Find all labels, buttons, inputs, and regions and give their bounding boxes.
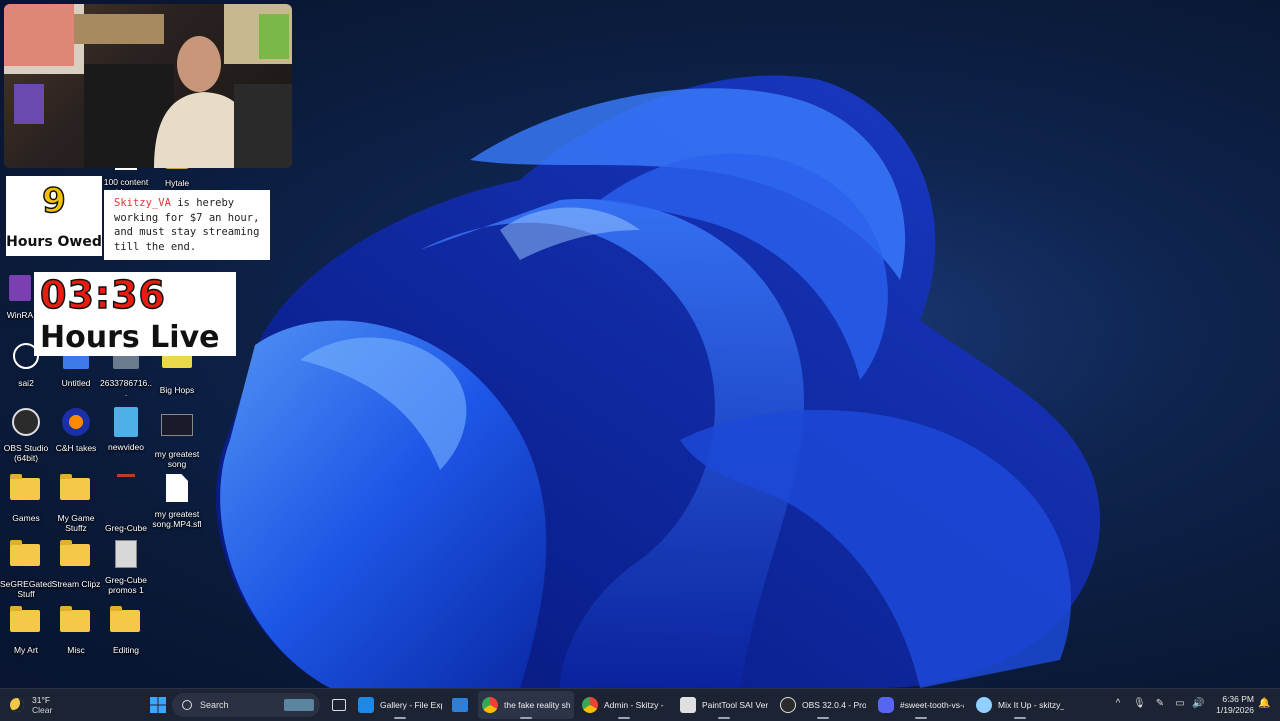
taskbar-clock[interactable]: 6:36 PM 1/19/2026 [1210, 694, 1254, 716]
pen-icon[interactable]: ✎ [1154, 698, 1166, 710]
windows-icon [150, 697, 166, 713]
desktop-icon-stream-clipz[interactable]: Stream Clipz [50, 538, 102, 589]
mix-it-up-icon [976, 697, 992, 713]
network-icon[interactable]: ▭ [1174, 698, 1186, 710]
desktop-icon-editing[interactable]: Editing [100, 604, 152, 655]
desktop-icon-newvideo[interactable]: newvideo [100, 406, 152, 452]
obs-icon [780, 697, 796, 713]
weather-widget[interactable]: 31°F Clear [10, 689, 52, 721]
clock-time: 6:36 PM [1222, 694, 1254, 704]
webcam-image [4, 4, 292, 168]
moon-icon [10, 698, 24, 712]
taskbar-app-painttool-sai[interactable]: PaintTool SAI Ver.2 [676, 691, 772, 719]
desktop-icon-my-game-stuffz[interactable]: My Game Stuffz [50, 472, 102, 533]
audacity-icon [60, 408, 92, 440]
folder-icon [10, 474, 42, 510]
taskbar-app-gallery[interactable]: Gallery - File Exp [354, 691, 446, 719]
photos-icon [452, 698, 468, 712]
task-view-icon [332, 699, 346, 711]
gallery-icon [358, 697, 374, 713]
notification-icon[interactable]: 🔔 [1258, 698, 1270, 710]
weather-temp: 31°F [32, 695, 51, 705]
taskbar-app-obs[interactable]: OBS 32.0.4 - Profil [776, 691, 870, 719]
painttool-sai-icon [680, 697, 696, 713]
webcam-feed [4, 4, 292, 168]
taskbar-pinned-photos[interactable] [452, 689, 468, 721]
folder-icon [60, 474, 92, 510]
desktop-icon-my-greatest-song-sfl[interactable]: my greatest song.MP4.sfl [151, 472, 203, 529]
hours-live-card: 03:36 Hours Live [34, 272, 236, 356]
desktop-icon-segregated-stuff[interactable]: SeGREGated Stuff [0, 538, 52, 599]
chevron-up-icon[interactable]: ^ [1112, 698, 1124, 710]
desktop-icon-misc[interactable]: Misc [50, 604, 102, 655]
taskbar-app-mix-it-up[interactable]: Mix It Up - skitzy_ [972, 691, 1068, 719]
folder-icon [10, 540, 42, 576]
taskbar-search[interactable]: Search [172, 693, 320, 717]
start-button[interactable] [150, 689, 168, 721]
folder-icon [60, 606, 92, 642]
discord-icon [878, 697, 894, 713]
weather-condition: Clear [32, 705, 53, 715]
chrome-icon [582, 697, 598, 713]
taskbar-app-chrome-admin[interactable]: Admin - Skitzy - G [578, 691, 670, 719]
hours-owed-label: Hours Owed [6, 234, 102, 250]
taskbar-app-discord[interactable]: #sweet-tooth-vs-a [874, 691, 968, 719]
obs-icon [10, 408, 42, 440]
hours-owed-value: 9 [41, 181, 66, 221]
taskbar-app-chrome-fake-reality[interactable]: the fake reality sh [478, 691, 574, 719]
desktop-icon-my-greatest-song[interactable]: my greatest song [151, 406, 203, 469]
taskbar: 31°F Clear Search Gallery - File Exp the… [0, 688, 1280, 721]
video-file-icon [110, 407, 142, 439]
search-label: Search [200, 700, 229, 710]
greg-cube-icon [110, 474, 142, 506]
hours-live-timer: 03:36 [39, 273, 166, 317]
folder-icon [110, 606, 142, 642]
desktop-icon-greg-cube-promos[interactable]: Greg-Cube promos 1 [100, 538, 152, 595]
folder-icon [60, 540, 92, 576]
volume-icon[interactable]: 🔊 [1192, 698, 1204, 710]
microphone-icon[interactable]: 🎙 [1133, 698, 1146, 710]
note-username: Skitzy_VA [114, 197, 171, 209]
desktop-icon-obs-studio[interactable]: OBS Studio (64bit) [0, 406, 52, 463]
search-highlight-icon [284, 699, 314, 711]
desktop-icon-games[interactable]: Games [0, 472, 52, 523]
search-icon [182, 700, 192, 710]
clock-date: 1/19/2026 [1216, 705, 1254, 715]
hours-owed-card: 9 Hours Owed [6, 176, 102, 256]
video-file-icon [161, 414, 193, 446]
document-icon [161, 474, 193, 506]
desktop-icon-my-art[interactable]: My Art [0, 604, 52, 655]
folder-icon [10, 606, 42, 642]
desktop-icon-greg-cube[interactable]: Greg-Cube [100, 472, 152, 533]
winrar-icon [4, 275, 36, 307]
chrome-icon [482, 697, 498, 713]
hours-live-label: Hours Live [40, 320, 220, 355]
task-view-button[interactable] [332, 689, 346, 721]
stream-note: Skitzy_VA is hereby working for $7 an ho… [104, 190, 270, 260]
image-file-icon [110, 540, 142, 572]
desktop-icon-ch-takes[interactable]: C&H takes [50, 406, 102, 453]
